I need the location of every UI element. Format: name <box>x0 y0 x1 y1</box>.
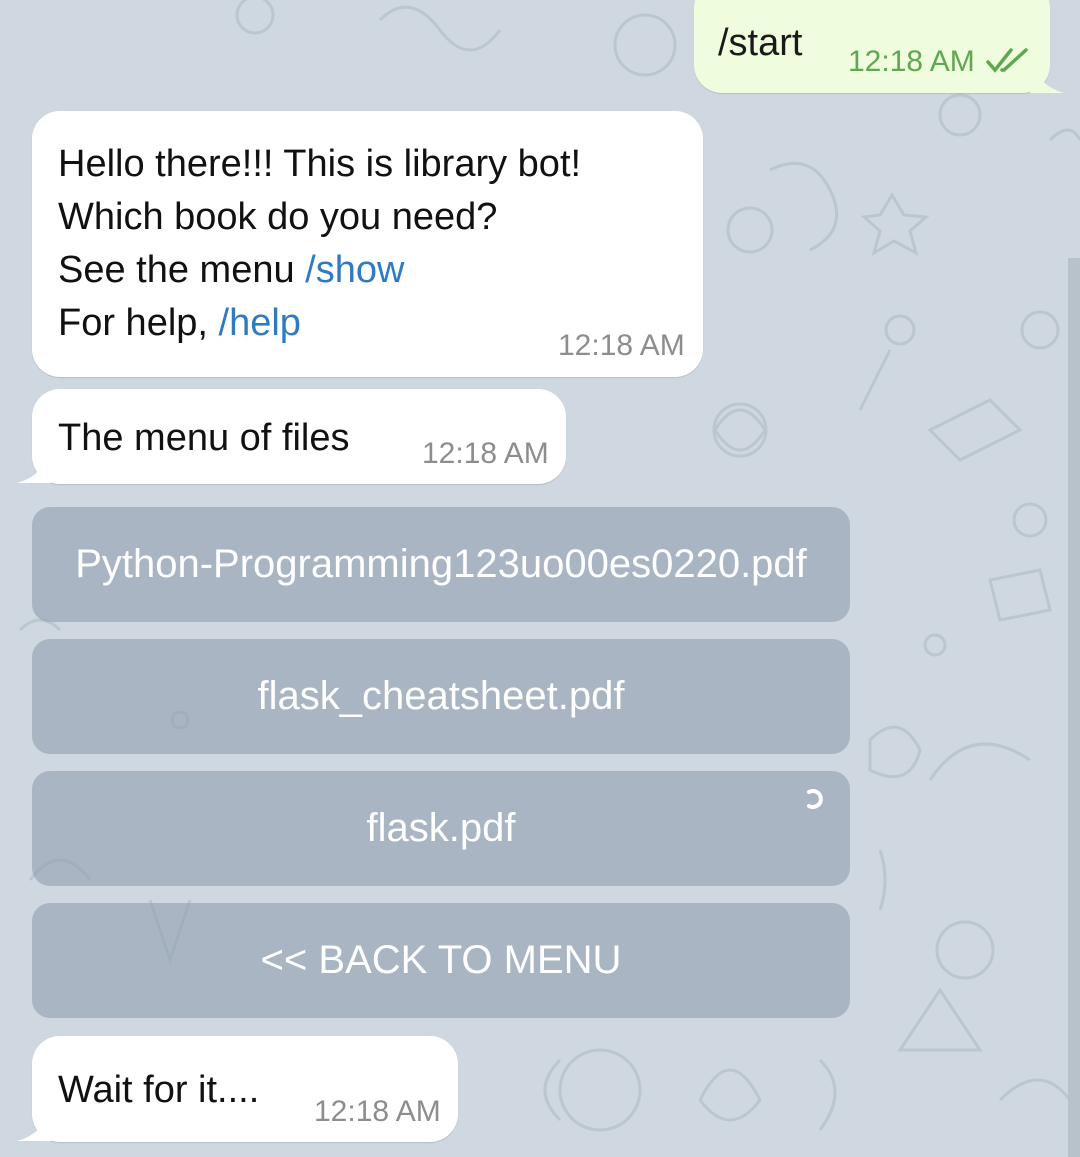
bubble-tail <box>17 450 51 483</box>
incoming-message-wait: Wait for it.... 12:18 AM <box>32 1036 458 1142</box>
message-line: See the menu /show <box>58 244 404 297</box>
double-check-icon <box>986 46 1030 76</box>
bubble-tail <box>17 1108 51 1141</box>
button-label: Python-Programming123uo00es0220.pdf <box>75 542 807 586</box>
bubble-tail <box>1030 60 1064 93</box>
outgoing-message-start: /start 12:18 AM <box>694 0 1050 93</box>
scrollbar[interactable] <box>1068 258 1080 1157</box>
button-label: << BACK TO MENU <box>260 938 622 982</box>
message-line: Which book do you need? <box>58 196 498 238</box>
incoming-message-welcome: Hello there!!! This is library bot! Whic… <box>32 111 703 377</box>
button-label: flask.pdf <box>366 806 516 850</box>
message-time: 12:18 AM <box>422 437 549 470</box>
message-text: /start <box>718 22 803 64</box>
message-line: Hello there!!! This is library bot! <box>58 143 582 185</box>
message-text: See the menu <box>58 249 306 291</box>
show-command-link[interactable]: /show <box>305 249 404 291</box>
file-button-flask[interactable]: flask.pdf <box>32 771 850 886</box>
message-text: For help, <box>58 302 219 344</box>
incoming-message-menu: The menu of files 12:18 AM <box>32 389 566 484</box>
help-command-link[interactable]: /help <box>219 302 301 344</box>
message-time: 12:18 AM <box>558 329 685 362</box>
loading-spinner-icon <box>800 779 830 809</box>
button-label: flask_cheatsheet.pdf <box>257 674 625 718</box>
message-time: 12:18 AM <box>314 1095 441 1128</box>
message-line: For help, /help <box>58 297 301 350</box>
message-text: The menu of files <box>58 417 350 459</box>
back-to-menu-button[interactable]: << BACK TO MENU <box>32 903 850 1018</box>
file-button-flask-cheatsheet[interactable]: flask_cheatsheet.pdf <box>32 639 850 754</box>
file-button-python-programming[interactable]: Python-Programming123uo00es0220.pdf <box>32 507 850 622</box>
message-time: 12:18 AM <box>848 45 975 78</box>
message-text: Wait for it.... <box>58 1069 260 1111</box>
